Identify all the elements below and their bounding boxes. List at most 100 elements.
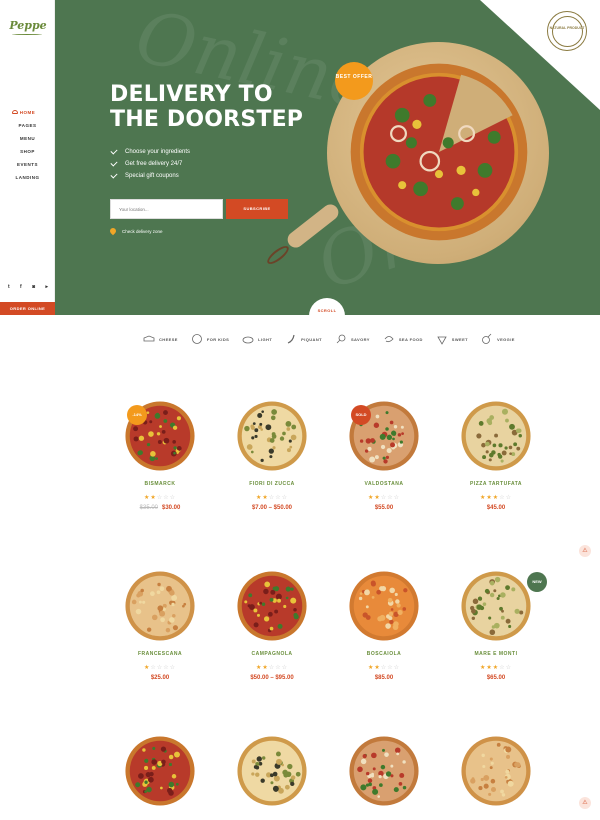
product-card[interactable]: SOLD VALDOSTANA ★★☆☆☆ $55.00: [329, 400, 439, 511]
benefit-item: Choose your ingredients: [110, 146, 190, 158]
product-name[interactable]: CAMPAGNOLA: [217, 651, 327, 657]
pizza-image[interactable]: [124, 735, 196, 807]
nav-label: PAGES: [18, 123, 37, 128]
product-name[interactable]: BOSCAIOLA: [329, 651, 439, 657]
nav-item-shop[interactable]: SHOP: [0, 145, 55, 158]
product-tag-badge: -14%: [127, 405, 147, 425]
nav-label: MENU: [19, 136, 36, 141]
pizza-image[interactable]: [460, 400, 532, 472]
category-sea-food[interactable]: SEA FOOD: [383, 333, 423, 345]
seal-text: NATURAL PRODUCT: [549, 26, 585, 30]
product-card[interactable]: FRANCESCANA ★☆☆☆☆ $25.00: [105, 570, 215, 681]
nav-item-menu[interactable]: MENU: [0, 132, 55, 145]
product-card[interactable]: BOSCAIOLA ★★☆☆☆ $85.00: [329, 570, 439, 681]
category-piquant[interactable]: PIQUANT: [285, 333, 322, 345]
youtube-icon[interactable]: ▸: [45, 284, 48, 290]
product-name[interactable]: BISMARCK: [105, 481, 215, 487]
product-card[interactable]: NEW MARE E MONTI ★★★☆☆ $65.00: [441, 570, 551, 681]
facebook-icon[interactable]: f: [20, 284, 22, 290]
category-for-kids[interactable]: FOR KIDS: [191, 333, 229, 345]
current-price: $50.00 – $95.00: [250, 675, 294, 681]
product-card[interactable]: PIZZA TARTUFATA ★★★☆☆ $45.00: [441, 400, 551, 511]
nav-item-landing[interactable]: LANDING: [0, 171, 55, 184]
star-icon: ☆: [505, 665, 512, 671]
category-label: SAVORY: [350, 336, 370, 342]
category-label: SWEET: [451, 336, 469, 342]
product-card[interactable]: CAMPAGNOLA ★★☆☆☆ $50.00 – $95.00: [217, 570, 327, 681]
check-delivery-zone-link[interactable]: Check delivery zone: [108, 226, 163, 236]
current-price: $85.00: [374, 675, 394, 681]
product-price: $35.00 $30.00: [105, 505, 215, 511]
rating-stars: ★★★☆☆: [441, 494, 551, 501]
rating-stars: ★★☆☆☆: [217, 494, 327, 501]
pizza-image[interactable]: [460, 570, 532, 642]
product-card[interactable]: [329, 735, 439, 807]
category-sweet[interactable]: SWEET: [436, 333, 468, 345]
star-icon: ☆: [169, 665, 176, 671]
check-icon: [110, 159, 118, 167]
check-zone-label: Check delivery zone: [122, 228, 163, 234]
rating-stars: ★★☆☆☆: [329, 494, 439, 501]
benefit-list: Choose your ingredients Get free deliver…: [110, 146, 190, 182]
cheese-icon: [143, 335, 155, 342]
pizza-image[interactable]: [124, 570, 196, 642]
product-card[interactable]: [217, 735, 327, 807]
current-price: $55.00: [374, 505, 394, 511]
current-price: $45.00: [486, 505, 506, 511]
nav-item-home[interactable]: HOME: [0, 106, 55, 119]
hero-pizza-image: [350, 63, 528, 241]
star-icon: ☆: [393, 495, 400, 501]
order-online-button[interactable]: ORDER ONLINE: [0, 302, 55, 315]
pizza-image[interactable]: [460, 735, 532, 807]
nav-label: LANDING: [15, 175, 40, 180]
scroll-top-icon[interactable]: ⚠: [579, 797, 591, 809]
category-light[interactable]: LIGHT: [242, 333, 272, 345]
check-icon: [110, 171, 118, 179]
scroll-top-icon[interactable]: ⚠: [579, 545, 591, 557]
chili-icon: [287, 334, 295, 344]
product-name[interactable]: FRANCESCANA: [105, 651, 215, 657]
benefit-text: Get free delivery 24/7: [125, 161, 183, 167]
benefit-text: Choose your ingredients: [125, 149, 191, 155]
nav-item-events[interactable]: EVENTS: [0, 158, 55, 171]
category-cheese[interactable]: CHEESE: [143, 333, 178, 345]
twitter-icon[interactable]: t: [8, 284, 10, 290]
logo-underline: [12, 33, 42, 35]
pizza-image[interactable]: [236, 570, 308, 642]
product-card[interactable]: [105, 735, 215, 807]
strawberry-icon: [437, 336, 447, 345]
social-links: t f ◙ ▸: [8, 284, 48, 290]
location-input[interactable]: [110, 199, 223, 219]
instagram-icon[interactable]: ◙: [32, 284, 35, 290]
rating-stars: ★★★☆☆: [441, 664, 551, 671]
category-label: VEGGIE: [497, 336, 515, 342]
product-card[interactable]: [441, 735, 551, 807]
product-card[interactable]: -14% BISMARCK ★★☆☆☆ $35.00 $30.00: [105, 400, 215, 511]
nav-item-pages[interactable]: PAGES: [0, 119, 55, 132]
map-pin-icon: [108, 226, 118, 236]
category-label: PIQUANT: [301, 336, 322, 342]
current-price: $65.00: [486, 675, 506, 681]
product-card[interactable]: FIORI DI ZUCCA ★★☆☆☆ $7.00 – $50.00: [217, 400, 327, 511]
product-price: $7.00 – $50.00: [217, 505, 327, 511]
rating-stars: ★★☆☆☆: [329, 664, 439, 671]
pizza-image[interactable]: [348, 570, 420, 642]
shrimp-icon: [384, 336, 394, 343]
current-price: $7.00 – $50.00: [251, 505, 293, 511]
pizza-image[interactable]: [236, 735, 308, 807]
sidebar: Peppe HOME PAGES MENU SHOP EVENTS LANDIN…: [0, 0, 55, 315]
scroll-button[interactable]: SCROLL: [309, 298, 345, 334]
pizza-image[interactable]: [236, 400, 308, 472]
category-label: LIGHT: [258, 336, 273, 342]
nav-label: EVENTS: [16, 162, 38, 167]
product-name[interactable]: MARE E MONTI: [441, 651, 551, 657]
product-name[interactable]: PIZZA TARTUFATA: [441, 481, 551, 487]
product-name[interactable]: FIORI DI ZUCCA: [217, 481, 327, 487]
benefit-text: Special gift coupons: [125, 173, 179, 179]
subscribe-button[interactable]: SUBSCRIBE: [226, 199, 288, 219]
product-name[interactable]: VALDOSTANA: [329, 481, 439, 487]
category-veggie[interactable]: VEGGIE: [481, 333, 515, 345]
category-savory[interactable]: SAVORY: [335, 333, 370, 345]
product-price: $45.00: [441, 505, 551, 511]
pizza-image[interactable]: [348, 735, 420, 807]
